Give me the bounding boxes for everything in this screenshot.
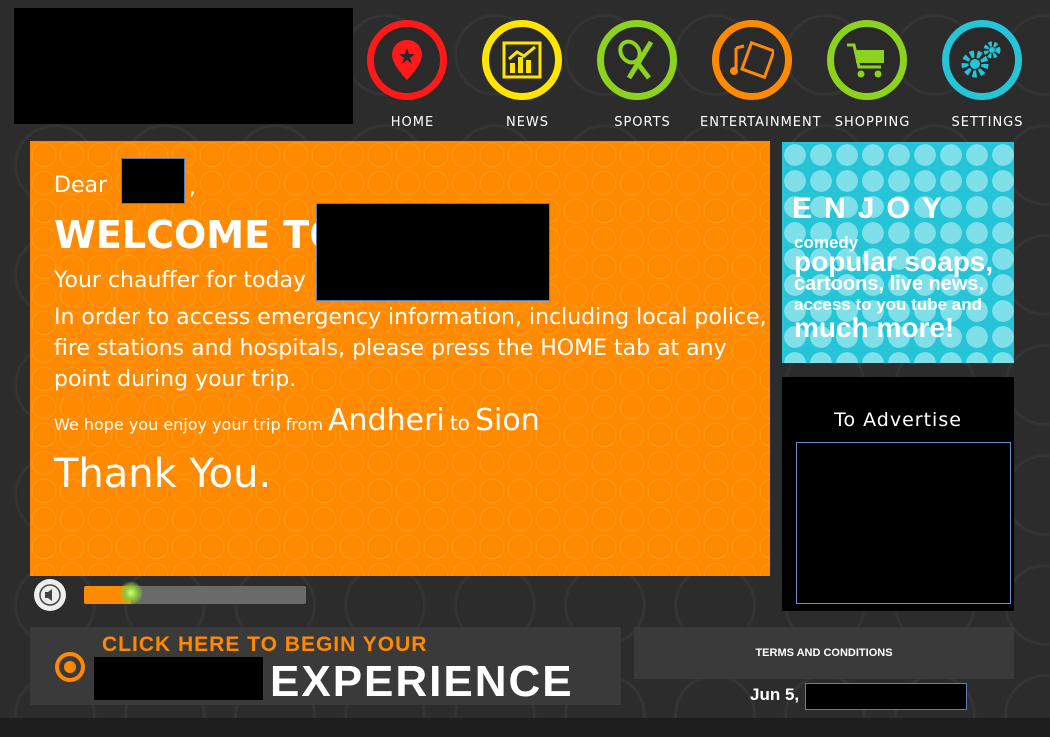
dear-comma: , <box>189 175 196 200</box>
enjoy-letter: E <box>792 192 825 225</box>
enjoy-letter: N <box>824 192 858 225</box>
advertise-box[interactable]: To Advertise <box>782 377 1014 611</box>
terms-label: TERMS AND CONDITIONS <box>755 647 893 659</box>
nav-settings[interactable]: SETTINGS <box>930 8 1045 138</box>
gears-icon <box>961 41 1001 78</box>
nav-label: ENTERTAINMENT <box>700 115 822 130</box>
emergency-line-2: fire stations and hospitals, please pres… <box>54 336 727 361</box>
enjoy-line-3: cartoons, live news, <box>794 273 985 295</box>
volume-button[interactable] <box>34 579 66 611</box>
cta-line-2: EXPERIENCE <box>270 657 574 706</box>
trip-prefix: We hope you enjoy your trip from <box>54 415 323 434</box>
welcome-panel: Dear , WELCOME TO Your chauffer for toda… <box>30 141 770 576</box>
cta-brand-redacted <box>94 657 263 700</box>
nav-entertainment[interactable]: ENTERTAINMENT <box>700 8 822 138</box>
footer-strip <box>0 718 1050 737</box>
speaker-icon <box>39 584 61 606</box>
main-nav: HOME NEWS SPORTS ENTERTAINMENT SHOPPING … <box>355 8 1050 138</box>
to-city: Sion <box>475 403 540 438</box>
bar-chart-icon <box>502 41 542 79</box>
terms-button[interactable]: TERMS AND CONDITIONS <box>634 627 1014 679</box>
logo-area <box>14 8 353 124</box>
emergency-line-1: In order to access emergency information… <box>54 305 767 330</box>
film-music-icon <box>730 40 774 80</box>
shopping-cart-icon <box>847 43 884 78</box>
enjoy-ad-tile[interactable]: ENJOY comedy popular soaps, cartoons, li… <box>782 142 1014 363</box>
nav-circle <box>482 20 562 100</box>
enjoy-letter: J <box>857 192 887 225</box>
emergency-line-3: point during your trip. <box>54 367 297 392</box>
progress-knob[interactable] <box>118 581 143 605</box>
date-prefix: Jun 5, <box>750 685 800 704</box>
advertise-slot-redacted <box>796 442 1011 604</box>
nav-circle <box>367 20 447 100</box>
to-word: to <box>449 411 470 435</box>
passenger-name-redacted <box>121 158 185 204</box>
from-city: Andheri <box>328 403 445 438</box>
date-year-redacted <box>805 683 967 710</box>
tennis-racket-icon <box>618 39 654 80</box>
enjoy-letter: O <box>886 192 922 225</box>
nav-shopping[interactable]: SHOPPING <box>815 8 930 138</box>
cta-line-1: CLICK HERE TO BEGIN YOUR <box>102 633 428 656</box>
enjoy-line-5: much more! <box>794 312 955 343</box>
nav-circle <box>942 20 1022 100</box>
nav-news[interactable]: NEWS <box>470 8 585 138</box>
nav-label: SETTINGS <box>951 115 1024 130</box>
nav-home[interactable]: HOME <box>355 8 470 138</box>
nav-label: SPORTS <box>614 115 671 130</box>
trip-line: We hope you enjoy your trip from Andheri… <box>54 403 540 438</box>
begin-experience-button[interactable]: CLICK HERE TO BEGIN YOUR EXPERIENCE <box>30 627 621 706</box>
welcome-heading: WELCOME TO <box>54 213 342 257</box>
enjoy-letter: Y <box>921 192 954 225</box>
thank-you-text: Thank You. <box>54 451 272 497</box>
nav-label: SHOPPING <box>834 115 911 130</box>
enjoy-heading: ENJOY <box>792 192 954 226</box>
advertise-title: To Advertise <box>834 409 962 431</box>
map-pin-icon <box>392 40 422 80</box>
nav-circle <box>827 20 907 100</box>
nav-sports[interactable]: SPORTS <box>585 8 700 138</box>
record-icon <box>55 652 85 682</box>
dear-text: Dear <box>54 173 108 198</box>
company-name-redacted <box>316 203 550 301</box>
nav-label: NEWS <box>505 115 550 130</box>
nav-circle <box>597 20 677 100</box>
trip-progress-bar[interactable] <box>84 581 306 605</box>
nav-label: HOME <box>390 115 435 130</box>
chauffer-text: Your chauffer for today <box>54 268 306 293</box>
nav-circle <box>712 20 792 100</box>
